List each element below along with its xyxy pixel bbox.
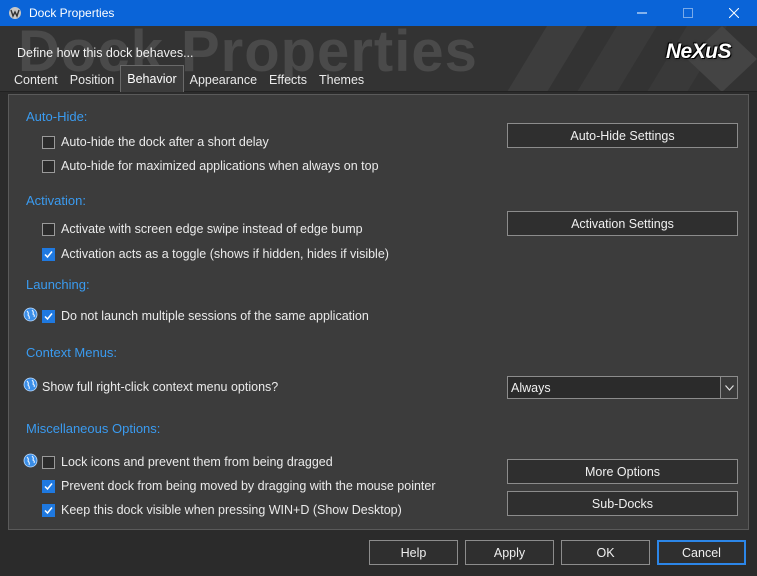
activation-toggle-option[interactable]: Activation acts as a toggle (shows if hi… bbox=[42, 247, 389, 261]
tab-behavior[interactable]: Behavior bbox=[120, 65, 184, 92]
globe-icon bbox=[23, 307, 38, 322]
globe-icon bbox=[23, 453, 38, 468]
auto-hide-settings-button[interactable]: Auto-Hide Settings bbox=[507, 123, 738, 148]
lock-icons-checkbox[interactable] bbox=[42, 455, 55, 469]
tab-position[interactable]: Position bbox=[64, 67, 120, 92]
misc-section-title: Miscellaneous Options: bbox=[26, 421, 161, 436]
single-session-checkbox[interactable] bbox=[42, 309, 55, 323]
prevent-move-checkbox[interactable] bbox=[42, 479, 55, 493]
activation-toggle-label: Activation acts as a toggle (shows if hi… bbox=[61, 247, 389, 261]
keep-visible-checkbox[interactable] bbox=[42, 503, 55, 517]
keep-visible-label: Keep this dock visible when pressing WIN… bbox=[61, 503, 402, 517]
context-menus-section-title: Context Menus: bbox=[26, 345, 118, 360]
single-session-label: Do not launch multiple sessions of the s… bbox=[61, 309, 369, 323]
apply-button[interactable]: Apply bbox=[465, 540, 554, 565]
nexus-logo: NeXuS bbox=[665, 40, 732, 63]
tab-themes[interactable]: Themes bbox=[313, 67, 370, 92]
context-menu-select[interactable]: Always bbox=[507, 376, 738, 399]
auto-hide-maximized-option[interactable]: Auto-hide for maximized applications whe… bbox=[42, 159, 379, 173]
lock-icons-option[interactable]: Lock icons and prevent them from being d… bbox=[42, 455, 333, 469]
auto-hide-section-title: Auto-Hide: bbox=[26, 109, 88, 124]
header-description: Define how this dock behaves... bbox=[17, 46, 194, 60]
prevent-move-label: Prevent dock from being moved by draggin… bbox=[61, 479, 436, 493]
auto-hide-delay-checkbox[interactable] bbox=[42, 135, 55, 149]
globe-icon bbox=[23, 377, 38, 392]
single-session-option[interactable]: Do not launch multiple sessions of the s… bbox=[42, 309, 369, 323]
edge-swipe-label: Activate with screen edge swipe instead … bbox=[61, 222, 363, 236]
close-button[interactable] bbox=[711, 0, 757, 26]
sub-docks-button[interactable]: Sub-Docks bbox=[507, 491, 738, 516]
prevent-move-option[interactable]: Prevent dock from being moved by draggin… bbox=[42, 479, 436, 493]
chevron-down-icon[interactable] bbox=[720, 377, 737, 398]
maximize-button[interactable] bbox=[665, 0, 711, 26]
auto-hide-delay-label: Auto-hide the dock after a short delay bbox=[61, 135, 269, 149]
close-icon bbox=[729, 8, 739, 18]
title-bar: Dock Properties bbox=[0, 0, 757, 26]
checkmark-icon bbox=[44, 312, 53, 320]
context-menu-select-value: Always bbox=[511, 380, 551, 395]
launching-section-title: Launching: bbox=[26, 277, 90, 292]
edge-swipe-option[interactable]: Activate with screen edge swipe instead … bbox=[42, 222, 363, 236]
checkmark-icon bbox=[44, 482, 53, 490]
dialog-footer: Help Apply OK Cancel bbox=[0, 530, 757, 576]
tab-bar: Content Position Behavior Appearance Eff… bbox=[8, 65, 370, 93]
context-menu-option-label: Show full right-click context menu optio… bbox=[42, 380, 279, 394]
keep-visible-option[interactable]: Keep this dock visible when pressing WIN… bbox=[42, 503, 402, 517]
minimize-button[interactable] bbox=[619, 0, 665, 26]
cancel-button[interactable]: Cancel bbox=[657, 540, 746, 565]
checkmark-icon bbox=[44, 250, 53, 258]
auto-hide-maximized-label: Auto-hide for maximized applications whe… bbox=[61, 159, 379, 173]
activation-toggle-checkbox[interactable] bbox=[42, 247, 55, 261]
edge-swipe-checkbox[interactable] bbox=[42, 222, 55, 236]
tab-content[interactable]: Content bbox=[8, 67, 64, 92]
more-options-button[interactable]: More Options bbox=[507, 459, 738, 484]
checkmark-icon bbox=[44, 506, 53, 514]
tab-appearance[interactable]: Appearance bbox=[184, 67, 263, 92]
auto-hide-maximized-checkbox[interactable] bbox=[42, 159, 55, 173]
auto-hide-delay-option[interactable]: Auto-hide the dock after a short delay bbox=[42, 135, 269, 149]
behavior-panel: Auto-Hide: Auto-hide the dock after a sh… bbox=[8, 94, 749, 530]
lock-icons-label: Lock icons and prevent them from being d… bbox=[61, 455, 333, 469]
tab-effects[interactable]: Effects bbox=[263, 67, 313, 92]
activation-section-title: Activation: bbox=[26, 193, 86, 208]
winstep-app-icon[interactable] bbox=[7, 5, 23, 21]
maximize-icon bbox=[683, 8, 693, 18]
window-title: Dock Properties bbox=[29, 6, 115, 20]
minimize-icon bbox=[637, 12, 647, 14]
activation-settings-button[interactable]: Activation Settings bbox=[507, 211, 738, 236]
ok-button[interactable]: OK bbox=[561, 540, 650, 565]
help-button[interactable]: Help bbox=[369, 540, 458, 565]
